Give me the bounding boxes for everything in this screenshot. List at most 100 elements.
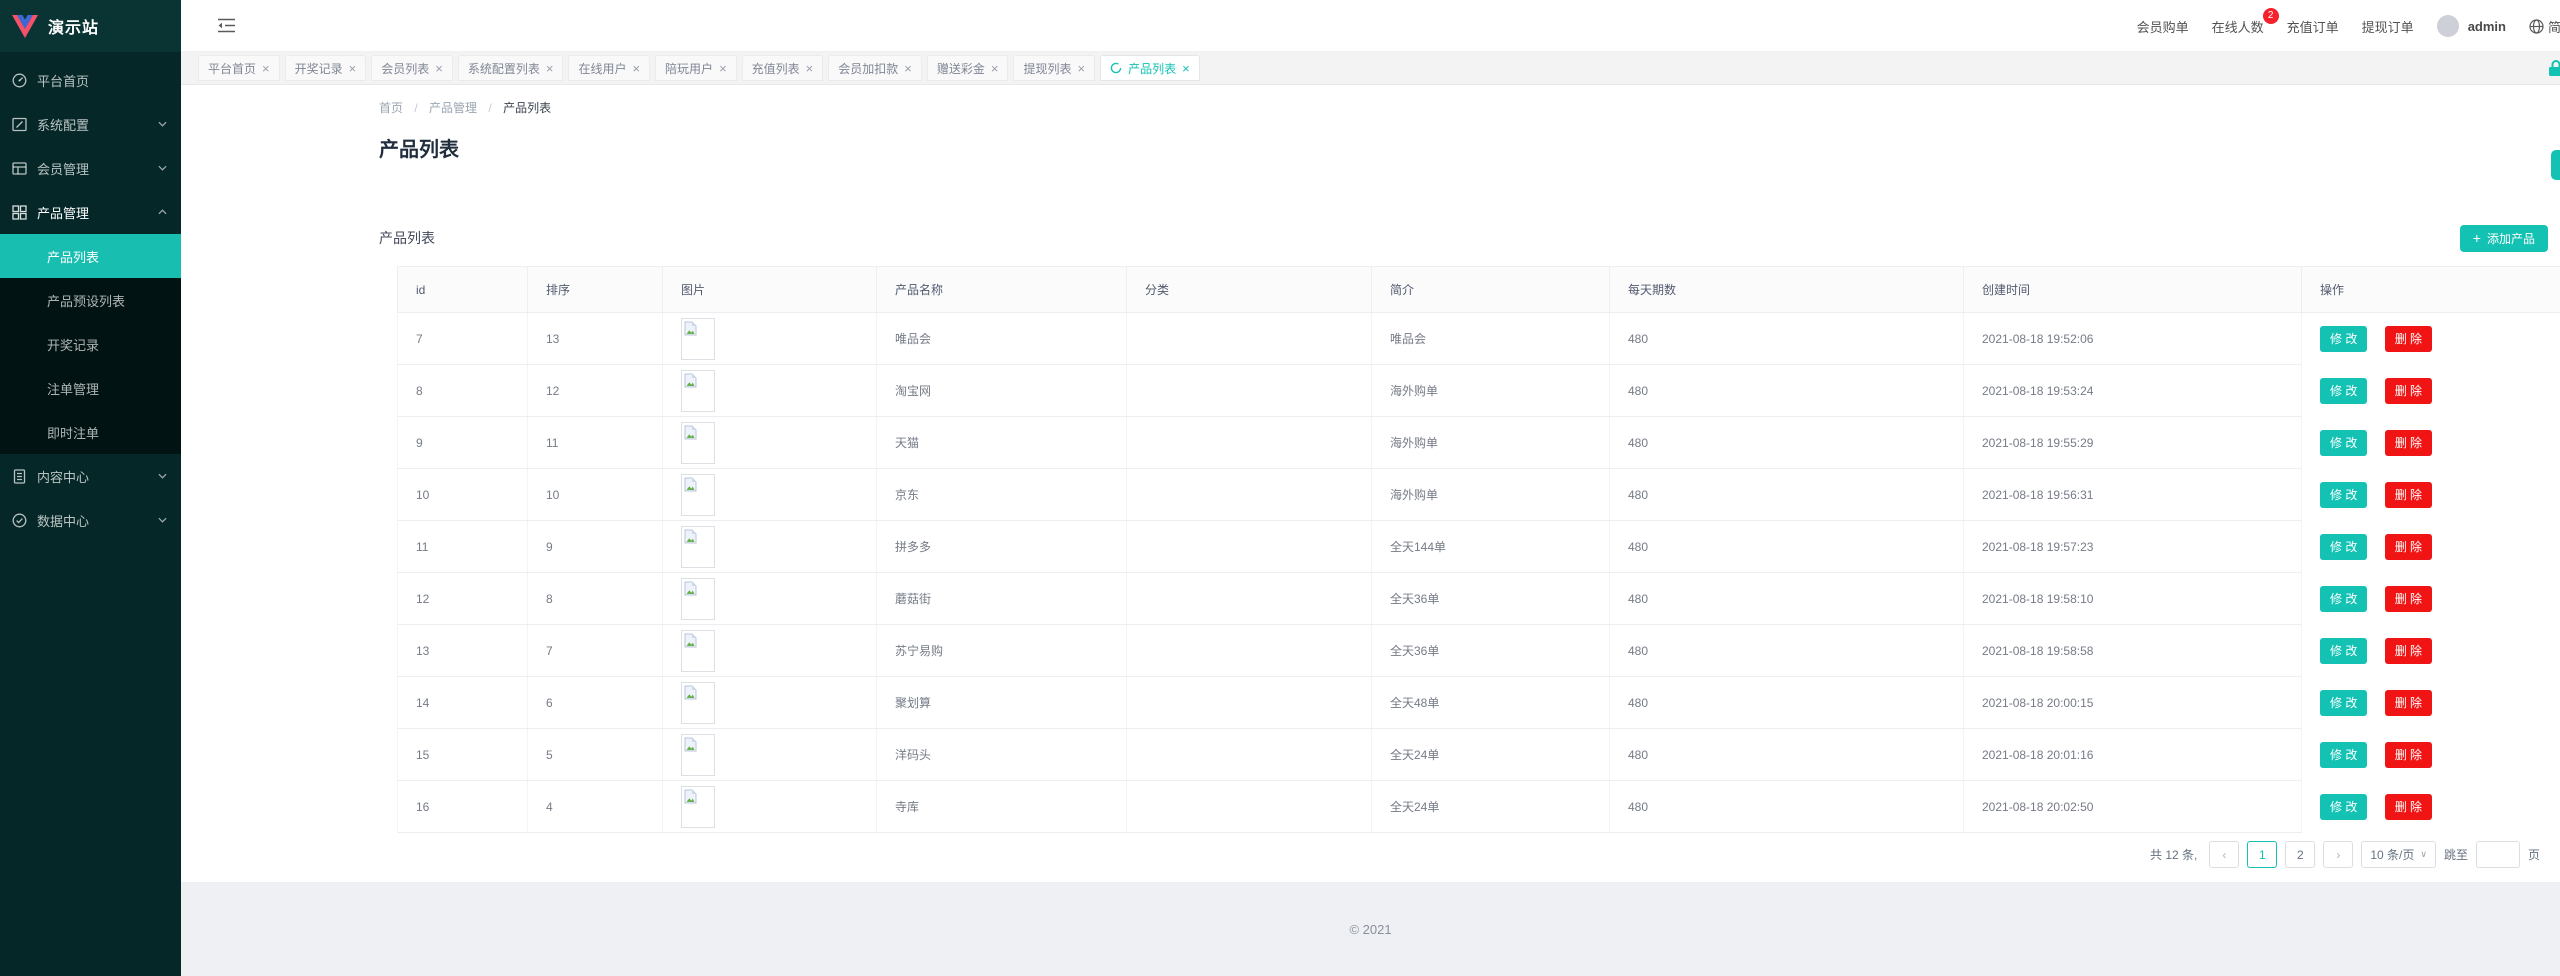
product-image-placeholder [681,734,715,776]
delete-button[interactable]: 删 除 [2385,742,2432,768]
close-icon[interactable]: × [904,62,912,75]
menu-fold-icon[interactable] [218,18,235,33]
broken-image-icon [684,789,697,804]
prev-page-button[interactable]: ‹ [2209,841,2239,868]
delete-button[interactable]: 删 除 [2385,638,2432,664]
cell-category [1127,313,1372,365]
settings-drawer-handle[interactable] [2551,150,2560,180]
cell-periods: 480 [1610,625,1964,677]
cell-category [1127,625,1372,677]
tab[interactable]: 系统配置列表 × [458,55,564,81]
cell-actions: 修 改 删 除 [2302,677,2560,729]
close-icon[interactable]: × [1078,62,1086,75]
close-icon[interactable]: × [991,62,999,75]
plus-icon: + [2473,231,2481,245]
tab[interactable]: 会员加扣款 × [828,55,922,81]
close-icon[interactable]: × [546,62,554,75]
nav-online-users[interactable]: 在线人数2 [2212,17,2264,36]
cell-created: 2021-08-18 19:56:31 [1964,469,2302,521]
edit-button[interactable]: 修 改 [2320,794,2367,820]
delete-button[interactable]: 删 除 [2385,378,2432,404]
cell-id: 11 [398,521,528,573]
sidebar-subitem-bet-management[interactable]: 注单管理 [0,366,181,410]
table-row: 10 10 京东 海外购单 480 2021-08-18 19:56:31 修 … [398,469,2560,521]
sidebar-item-member-management[interactable]: 会员管理 [0,146,181,190]
cell-periods: 480 [1610,781,1964,833]
edit-button[interactable]: 修 改 [2320,638,2367,664]
close-icon[interactable]: × [262,62,270,75]
delete-button[interactable]: 删 除 [2385,794,2432,820]
product-image-placeholder [681,630,715,672]
tab[interactable]: 充值列表 × [742,55,824,81]
tab[interactable]: 平台首页 × [198,55,280,81]
cell-image [663,521,877,573]
breadcrumb-product-management[interactable]: 产品管理 [429,101,477,115]
nav-withdraw-orders[interactable]: 提现订单 [2362,17,2414,36]
delete-button[interactable]: 删 除 [2385,430,2432,456]
delete-button[interactable]: 删 除 [2385,534,2432,560]
copyright-text: © 2021 [1349,922,1391,937]
delete-button[interactable]: 删 除 [2385,326,2432,352]
tab[interactable]: 陪玩用户 × [655,55,737,81]
sidebar-item-product-management[interactable]: 产品管理 [0,190,181,234]
sidebar-item-platform-home[interactable]: 平台首页 [0,58,181,102]
tab[interactable]: 在线用户 × [568,55,650,81]
footer: © 2021 [181,882,2560,976]
tab[interactable]: 会员列表 × [371,55,453,81]
page-size-select[interactable]: 10 条/页 ∨ [2361,841,2436,868]
tab-label: 赠送彩金 [937,60,985,77]
page-button-1[interactable]: 1 [2247,841,2277,868]
grid-icon [12,205,27,220]
nav-recharge-orders[interactable]: 充值订单 [2287,17,2339,36]
cell-created: 2021-08-18 20:02:50 [1964,781,2302,833]
sidebar-item-data-center[interactable]: 数据中心 [0,498,181,542]
close-icon[interactable]: × [1182,62,1190,75]
tab[interactable]: 开奖记录 × [285,55,367,81]
next-page-button[interactable]: › [2323,841,2353,868]
tab[interactable]: 赠送彩金 × [927,55,1009,81]
sidebar-subitem-product-list[interactable]: 产品列表 [0,234,181,278]
lock-icon[interactable] [2546,58,2560,81]
tab[interactable]: 产品列表 × [1100,55,1200,81]
close-icon[interactable]: × [719,62,727,75]
close-icon[interactable]: × [632,62,640,75]
sidebar-subitem-product-preset-list[interactable]: 产品预设列表 [0,278,181,322]
edit-button[interactable]: 修 改 [2320,378,2367,404]
edit-button[interactable]: 修 改 [2320,430,2367,456]
close-icon[interactable]: × [806,62,814,75]
cell-intro: 全天48单 [1372,677,1610,729]
dashboard-icon [12,73,27,88]
breadcrumb-home[interactable]: 首页 [379,101,403,115]
edit-button[interactable]: 修 改 [2320,586,2367,612]
nav-label: 会员购单 [2137,20,2189,35]
sidebar-item-content-center[interactable]: 内容中心 [0,454,181,498]
table-row: 11 9 拼多多 全天144单 480 2021-08-18 19:57:23 … [398,521,2560,573]
edit-button[interactable]: 修 改 [2320,482,2367,508]
broken-image-icon [684,529,697,544]
delete-button[interactable]: 删 除 [2385,690,2432,716]
sidebar-subitem-lottery-records[interactable]: 开奖记录 [0,322,181,366]
language-switcher[interactable]: 简体中文 [2529,17,2560,36]
tab[interactable]: 提现列表 × [1013,55,1095,81]
delete-button[interactable]: 删 除 [2385,586,2432,612]
username[interactable]: admin [2468,19,2506,34]
jump-page-input[interactable] [2476,841,2520,868]
cell-image [663,417,877,469]
nav-member-orders[interactable]: 会员购单 [2137,17,2189,36]
cell-periods: 480 [1610,521,1964,573]
breadcrumb-separator: / [414,101,417,115]
close-icon[interactable]: × [435,62,443,75]
page-button-2[interactable]: 2 [2285,841,2315,868]
cell-image [663,625,877,677]
edit-button[interactable]: 修 改 [2320,534,2367,560]
close-icon[interactable]: × [349,62,357,75]
avatar[interactable] [2437,15,2459,37]
edit-button[interactable]: 修 改 [2320,326,2367,352]
delete-button[interactable]: 删 除 [2385,482,2432,508]
edit-button[interactable]: 修 改 [2320,742,2367,768]
edit-button[interactable]: 修 改 [2320,690,2367,716]
sidebar-item-system-config[interactable]: 系统配置 [0,102,181,146]
sidebar-subitem-realtime-bets[interactable]: 即时注单 [0,410,181,454]
cell-created: 2021-08-18 19:58:10 [1964,573,2302,625]
add-product-button[interactable]: + 添加产品 [2460,225,2548,252]
